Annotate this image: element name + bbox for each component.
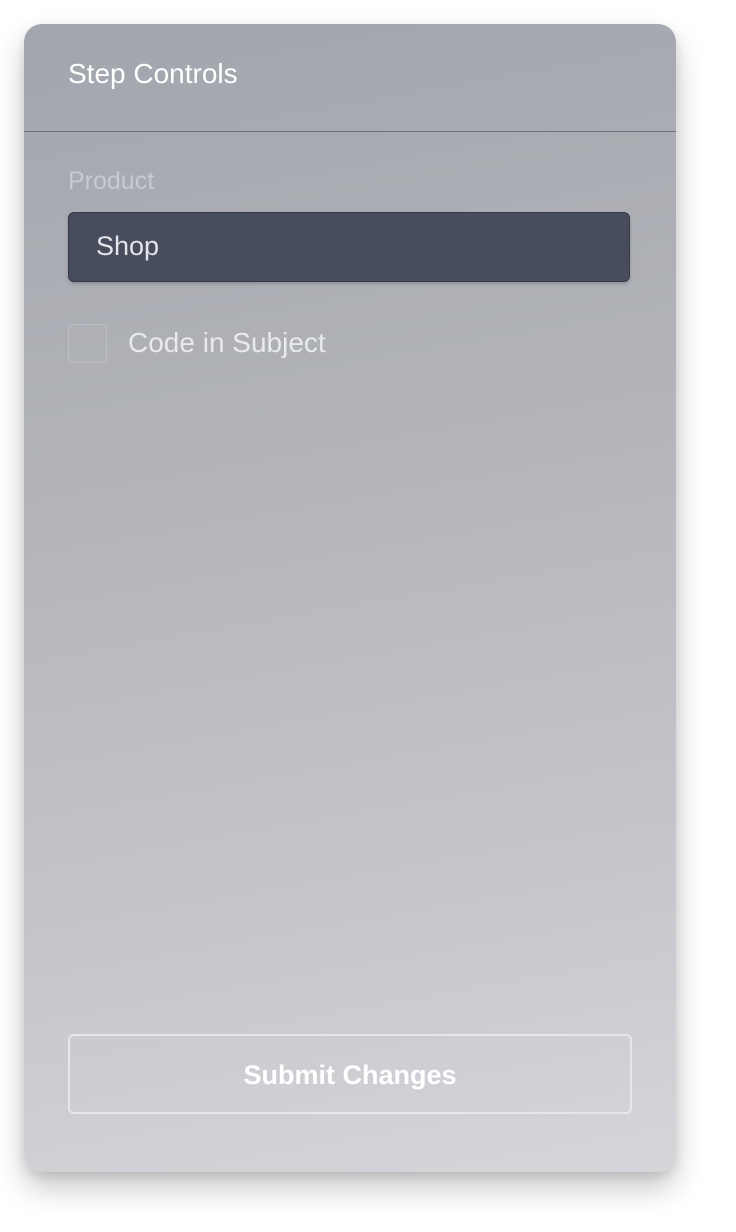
code-in-subject-label[interactable]: Code in Subject: [128, 326, 326, 360]
product-label: Product: [68, 167, 155, 195]
submit-changes-button[interactable]: Submit Changes: [68, 1034, 632, 1114]
product-select[interactable]: Shop: [68, 212, 630, 282]
panel-title: Step Controls: [68, 58, 238, 89]
submit-changes-label: Submit Changes: [243, 1060, 457, 1090]
panel-header: Step Controls: [24, 24, 676, 132]
code-in-subject-checkbox[interactable]: [68, 324, 107, 363]
product-select-value: Shop: [96, 231, 160, 261]
step-controls-panel: Step Controls Product Shop Code in Subje…: [24, 24, 676, 1172]
